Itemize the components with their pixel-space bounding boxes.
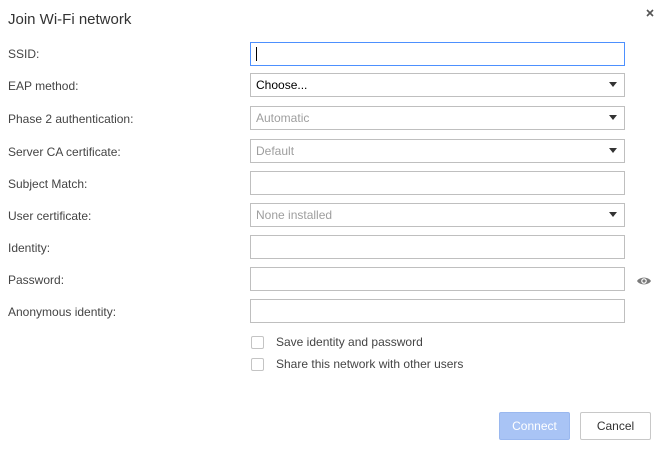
identity-input[interactable] [250,235,625,259]
password-input[interactable] [250,267,625,291]
share-network-checkbox[interactable] [251,357,264,371]
close-icon[interactable] [641,4,659,22]
subject-match-label: Subject Match: [8,177,88,191]
subject-match-text-field[interactable] [251,172,624,194]
identity-text-field[interactable] [251,236,624,258]
eye-icon[interactable] [636,274,652,286]
text-caret [256,47,257,61]
share-network-label: Share this network with other users [276,357,464,371]
eap-method-label: EAP method: [8,79,79,93]
password-text-field[interactable] [251,268,624,290]
password-label: Password: [8,273,65,287]
subject-match-input[interactable] [250,171,625,195]
anonymous-identity-input[interactable] [250,299,625,323]
anonymous-identity-text-field[interactable] [251,300,624,322]
join-wifi-dialog: Join Wi-Fi network SSID: EAP method: Cho… [0,0,660,449]
ssid-label: SSID: [8,47,40,61]
identity-label: Identity: [8,241,51,255]
server-ca-value: Default [256,144,295,158]
eap-method-value: Choose... [256,78,308,92]
cancel-button[interactable]: Cancel [580,412,651,440]
connect-button[interactable]: Connect [499,412,570,440]
server-ca-label: Server CA certificate: [8,145,121,159]
user-cert-select[interactable]: None installed [250,203,625,227]
dropdown-arrow-icon [609,115,617,120]
dialog-title: Join Wi-Fi network [8,11,132,28]
eap-method-select[interactable]: Choose... [250,73,625,97]
server-ca-select[interactable]: Default [250,139,625,163]
share-network-row[interactable]: Share this network with other users [251,356,463,372]
ssid-input[interactable] [250,42,625,66]
phase2-value: Automatic [256,111,310,125]
user-cert-label: User certificate: [8,209,92,223]
dropdown-arrow-icon [609,212,617,217]
dropdown-arrow-icon [609,148,617,153]
anonymous-identity-label: Anonymous identity: [8,305,117,319]
save-identity-checkbox[interactable] [251,335,264,349]
phase2-label: Phase 2 authentication: [8,112,134,126]
dropdown-arrow-icon [609,82,617,87]
user-cert-value: None installed [256,208,333,222]
save-identity-label: Save identity and password [276,335,423,349]
save-identity-row[interactable]: Save identity and password [251,334,423,350]
phase2-select[interactable]: Automatic [250,106,625,130]
ssid-text-field[interactable] [251,43,624,65]
